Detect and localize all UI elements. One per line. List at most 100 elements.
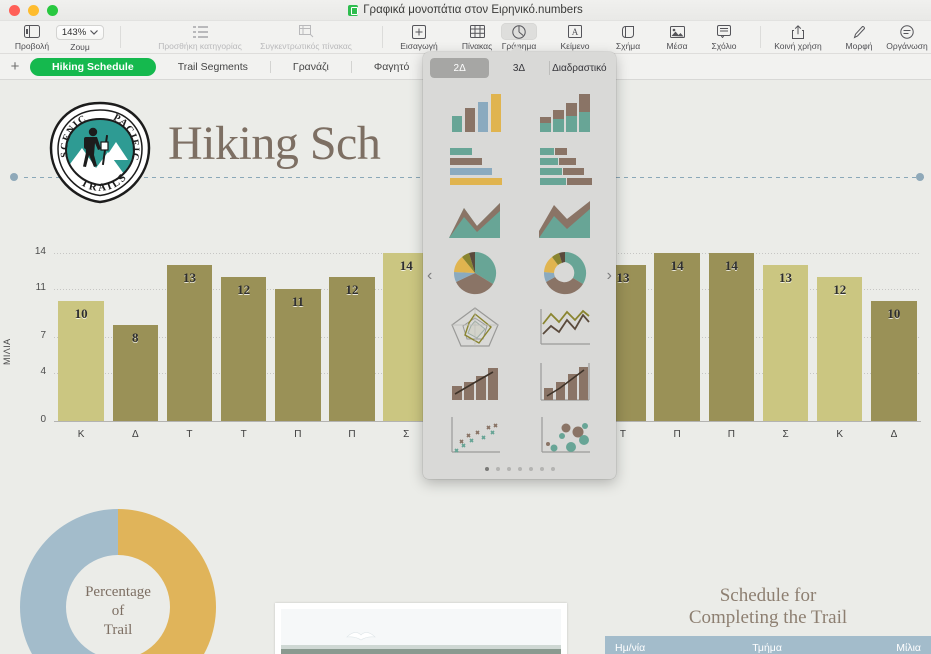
toolbar-add-category-button[interactable]: Προσθήκη κατηγορίας bbox=[146, 23, 254, 51]
chart-x-tick: Π bbox=[325, 429, 379, 440]
chart-y-tick: 11 bbox=[24, 282, 46, 293]
chart-x-tick: Κ bbox=[813, 429, 867, 440]
window-title: Γραφικά μονοπάτια στον Ειρηνικό.numbers bbox=[0, 4, 931, 16]
scatter-chart-icon[interactable] bbox=[435, 410, 515, 460]
stacked-area-chart-icon[interactable] bbox=[525, 194, 605, 244]
line-chart-icon[interactable] bbox=[525, 302, 605, 352]
scenic-pacific-trails-logo: SCENIC PACIFIC TRAILS bbox=[46, 100, 154, 206]
prev-page-arrow[interactable]: ‹ bbox=[427, 267, 432, 285]
tab-interactive[interactable]: Διαδραστικό bbox=[550, 58, 609, 78]
toolbar-pivot-table-label: Συγκεντρωτικός πίνακας bbox=[260, 41, 352, 51]
chart-bar[interactable]: 13 bbox=[167, 265, 213, 421]
pivot-table-icon bbox=[299, 23, 314, 40]
chart-bar[interactable]: 12 bbox=[329, 277, 375, 421]
chart-bar[interactable]: 12 bbox=[221, 277, 267, 421]
add-sheet-button[interactable]: + bbox=[0, 58, 30, 75]
chart-dimension-tabs[interactable]: 2Δ 3Δ Διαδραστικό bbox=[430, 58, 609, 78]
two-axis-chart-icon[interactable] bbox=[525, 356, 605, 406]
stacked-column-chart-icon[interactable] bbox=[525, 86, 605, 136]
page-dot[interactable] bbox=[529, 467, 533, 471]
chart-x-tick: Σ bbox=[758, 429, 812, 440]
column-chart-icon[interactable] bbox=[435, 86, 515, 136]
chevron-down-icon bbox=[90, 30, 98, 35]
toolbar-insert-label: Εισαγωγή bbox=[400, 41, 438, 51]
chart-bar[interactable]: 10 bbox=[871, 301, 917, 421]
chart-bar[interactable]: 11 bbox=[275, 289, 321, 421]
schedule-table[interactable]: Ημ/νία Τμήμα Μίλια 5-20 Ιουλίου 2015 Cal… bbox=[605, 636, 931, 654]
schedule-title-line1: Schedule for bbox=[605, 585, 931, 607]
toolbar-text-button[interactable]: A Κείμενο bbox=[548, 23, 602, 51]
insert-plus-icon bbox=[412, 23, 426, 40]
next-page-arrow[interactable]: › bbox=[607, 267, 612, 285]
main-toolbar: Προβολή 143% Ζουμ Προσθήκη κατηγορίας Συ… bbox=[0, 21, 931, 54]
chart-x-tick: Τ bbox=[217, 429, 271, 440]
chart-type-grid[interactable] bbox=[435, 86, 605, 460]
sheet-tab-fagito[interactable]: Φαγητό bbox=[352, 58, 432, 76]
chart-bar[interactable]: 14 bbox=[709, 253, 755, 421]
chart-bar[interactable]: 12 bbox=[817, 277, 863, 421]
toolbar-format-button[interactable]: Μορφή bbox=[836, 23, 882, 51]
toolbar-media-button[interactable]: Μέσα bbox=[654, 23, 700, 51]
schedule-table-block[interactable]: Schedule for Completing the Trail Ημ/νία… bbox=[605, 585, 931, 654]
schedule-title-line2: Completing the Trail bbox=[605, 607, 931, 629]
chart-bar[interactable]: 13 bbox=[763, 265, 809, 421]
bubble-chart-icon[interactable] bbox=[525, 410, 605, 460]
radar-chart-icon[interactable] bbox=[435, 302, 515, 352]
page-dot[interactable] bbox=[551, 467, 555, 471]
page-indicator-dots[interactable] bbox=[423, 467, 616, 471]
toolbar-text-label: Κείμενο bbox=[560, 41, 589, 51]
percentage-donut-chart[interactable]: Percentage of Trail bbox=[8, 495, 228, 654]
numbers-doc-icon bbox=[348, 5, 358, 16]
chart-x-tick: Π bbox=[271, 429, 325, 440]
chart-type-popover[interactable]: 2Δ 3Δ Διαδραστικό bbox=[423, 52, 616, 479]
toolbar-table-label: Πίνακας bbox=[462, 41, 492, 51]
chart-bar-value-label: 8 bbox=[113, 330, 159, 346]
tab-3d[interactable]: 3Δ bbox=[489, 58, 548, 78]
column-line-chart-icon[interactable] bbox=[435, 356, 515, 406]
stacked-bar-chart-icon[interactable] bbox=[525, 140, 605, 190]
toolbar-organize-button[interactable]: Οργάνωση bbox=[882, 23, 931, 51]
page-dot[interactable] bbox=[507, 467, 511, 471]
chart-bar-value-label: 10 bbox=[871, 306, 917, 322]
chart-bar-value-label: 11 bbox=[275, 294, 321, 310]
column-header-date[interactable]: Ημ/νία bbox=[605, 636, 742, 654]
toolbar-pivot-table-button[interactable]: Συγκεντρωτικός πίνακας bbox=[246, 23, 366, 51]
sheet-tab-hiking-schedule[interactable]: Hiking Schedule bbox=[30, 58, 156, 76]
page-dot[interactable] bbox=[518, 467, 522, 471]
bar-chart-icon[interactable] bbox=[435, 140, 515, 190]
page-dot[interactable] bbox=[540, 467, 544, 471]
area-chart-icon[interactable] bbox=[435, 194, 515, 244]
window-titlebar: Γραφικά μονοπάτια στον Ειρηνικό.numbers bbox=[0, 0, 931, 21]
toolbar-insert-button[interactable]: Εισαγωγή bbox=[390, 23, 448, 51]
toolbar-shape-button[interactable]: Σχήμα bbox=[602, 23, 654, 51]
toolbar-share-label: Κοινή χρήση bbox=[774, 41, 822, 51]
chart-y-tick: 4 bbox=[24, 366, 46, 377]
chart-x-tick: Π bbox=[650, 429, 704, 440]
toolbar-shape-label: Σχήμα bbox=[616, 41, 640, 51]
chart-bar[interactable]: 10 bbox=[58, 301, 104, 421]
page-dot[interactable] bbox=[496, 467, 500, 471]
chart-bar[interactable]: 8 bbox=[113, 325, 159, 421]
chart-bar-value-label: 12 bbox=[329, 282, 375, 298]
chart-bar[interactable]: 14 bbox=[654, 253, 700, 421]
donut-center-label: Percentage of Trail bbox=[8, 583, 228, 640]
column-header-miles[interactable]: Μίλια bbox=[886, 636, 931, 654]
sidebar-icon bbox=[24, 23, 40, 40]
toolbar-organize-label: Οργάνωση bbox=[886, 41, 927, 51]
page-dot[interactable] bbox=[485, 467, 489, 471]
chart-x-tick: Τ bbox=[162, 429, 216, 440]
column-header-section[interactable]: Τμήμα bbox=[742, 636, 886, 654]
chart-y-tick: 14 bbox=[24, 246, 46, 257]
pie-chart-icon[interactable] bbox=[435, 248, 515, 298]
sheet-tab-trail-segments[interactable]: Trail Segments bbox=[156, 58, 270, 76]
hikers-coastline-photo[interactable] bbox=[275, 603, 567, 654]
toolbar-zoom-control[interactable]: 143% Ζουμ bbox=[48, 23, 112, 52]
toolbar-zoom-label: Ζουμ bbox=[70, 42, 89, 52]
numbers-window: Γραφικά μονοπάτια στον Ειρηνικό.numbers … bbox=[0, 0, 931, 654]
tab-2d[interactable]: 2Δ bbox=[430, 58, 489, 78]
share-icon bbox=[792, 23, 804, 40]
table-grid-icon bbox=[470, 23, 485, 40]
zoom-value-button[interactable]: 143% bbox=[56, 25, 104, 40]
sheet-tab-granazi[interactable]: Γρανάζι bbox=[271, 58, 351, 76]
donut-chart-icon[interactable] bbox=[525, 248, 605, 298]
